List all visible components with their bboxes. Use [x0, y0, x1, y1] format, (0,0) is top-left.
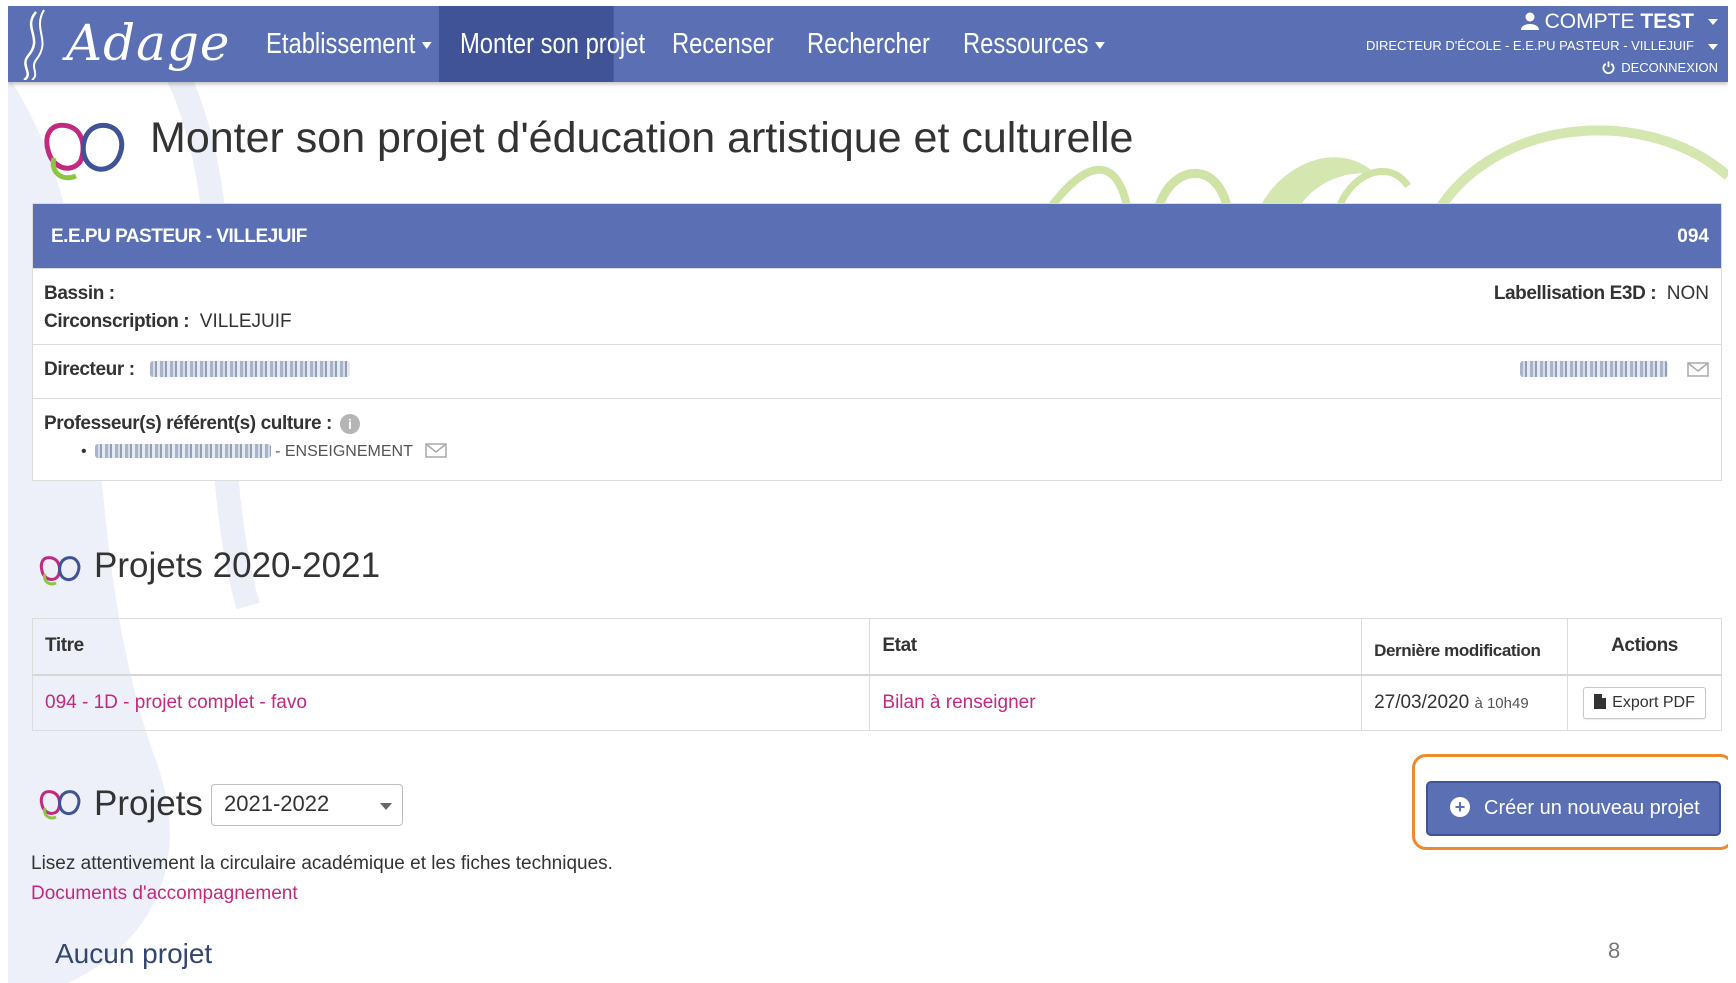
establishment-code: 094	[1677, 226, 1709, 247]
section-logo-icon	[39, 790, 81, 820]
labellisation-value: NON	[1666, 283, 1709, 304]
caret-down-icon	[1708, 19, 1718, 26]
column-header-actions: Actions	[1567, 618, 1722, 676]
nav-monter-son-projet[interactable]: Monter son projet	[460, 6, 645, 82]
caret-down-icon	[1095, 41, 1105, 49]
establishment-panel: E.E.PU PASTEUR - VILLEJUIF 094 Bassin : …	[32, 203, 1722, 481]
circonscription-label: Circonscription :	[44, 311, 190, 332]
documents-link[interactable]: Documents d'accompagnement	[31, 883, 298, 905]
establishment-name: E.E.PU PASTEUR - VILLEJUIF	[51, 226, 307, 247]
professeur-row: Professeur(s) référent(s) culture : i • -…	[33, 398, 1721, 480]
project-title-link[interactable]: 094 - 1D - projet complet - favo	[45, 692, 307, 713]
account-menu: COMPTE TEST DIRECTEUR D'ÉCOLE - E.E.PU P…	[1366, 10, 1718, 75]
logo-text: Adage	[66, 14, 231, 72]
account-toggle[interactable]: COMPTE TEST	[1366, 10, 1718, 36]
project-state-link[interactable]: Bilan à renseigner	[882, 692, 1035, 713]
column-header-etat[interactable]: Etat	[869, 618, 1363, 676]
redacted-name	[94, 444, 271, 458]
nav-rechercher-label: Rechercher	[807, 28, 930, 60]
column-header-titre[interactable]: Titre	[31, 618, 871, 676]
table-row: 094 - 1D - projet complet - favo Bilan à…	[31, 674, 1722, 731]
logout-link[interactable]: DECONNEXION	[1366, 60, 1718, 75]
section-title-current: Projets 2020-2021	[94, 546, 381, 585]
account-prefix: COMPTE	[1544, 10, 1635, 33]
section-logo-icon	[39, 556, 81, 586]
logout-label: DECONNEXION	[1621, 60, 1718, 75]
export-pdf-button[interactable]: Export PDF	[1583, 686, 1706, 719]
project-logo-icon	[44, 122, 125, 181]
mail-icon[interactable]	[425, 443, 447, 458]
establishment-header: E.E.PU PASTEUR - VILLEJUIF 094	[33, 204, 1721, 268]
adage-logo[interactable]: Adage	[14, 8, 230, 80]
account-name: TEST	[1640, 10, 1694, 33]
nav-etablissement[interactable]: Etablissement	[266, 6, 432, 82]
empty-state-text: Aucun projet	[55, 938, 213, 969]
column-header-derniere-modification[interactable]: Dernière modification	[1361, 618, 1569, 676]
create-project-label: Créer un nouveau projet	[1484, 797, 1700, 819]
table-header-row: Titre Etat Dernière modification Actions	[31, 618, 1722, 676]
professeur-label: Professeur(s) référent(s) culture :	[44, 413, 332, 434]
caret-down-icon	[1708, 43, 1718, 50]
page: Adage Etablissement Monter son projet Re…	[8, 6, 1728, 983]
power-icon	[1602, 61, 1615, 74]
account-role-toggle[interactable]: DIRECTEUR D'ÉCOLE - E.E.PU PASTEUR - VIL…	[1366, 38, 1718, 58]
top-navbar: Adage Etablissement Monter son projet Re…	[8, 6, 1728, 82]
establishment-info-row: Bassin : Circonscription : VILLEJUIF Lab…	[33, 268, 1721, 344]
nav-etablissement-label: Etablissement	[266, 28, 416, 60]
export-pdf-label: Export PDF	[1612, 693, 1695, 711]
professeur-role: - ENSEIGNEMENT	[275, 443, 413, 460]
user-icon	[1520, 12, 1539, 30]
caret-down-icon	[421, 41, 432, 49]
info-icon[interactable]: i	[339, 414, 360, 434]
chevron-down-icon	[380, 803, 392, 810]
section-title-next: Projets	[94, 784, 203, 823]
redacted-name	[149, 361, 350, 377]
projects-table: Titre Etat Dernière modification Actions…	[31, 618, 1722, 731]
account-role: DIRECTEUR D'ÉCOLE - E.E.PU PASTEUR - VIL…	[1365, 38, 1694, 53]
bassin-label: Bassin :	[44, 283, 115, 304]
redacted-phone	[1519, 361, 1668, 377]
professeur-list-item: • - ENSEIGNEMENT	[81, 443, 447, 461]
nav-monter-label: Monter son projet	[460, 28, 646, 60]
labellisation-label: Labellisation E3D :	[1493, 283, 1657, 304]
year-select-value: 2021-2022	[224, 791, 330, 816]
project-date: 27/03/2020	[1374, 691, 1470, 713]
year-select[interactable]: 2021-2022	[211, 784, 403, 826]
circonscription-value: VILLEJUIF	[199, 311, 292, 332]
directeur-row: Directeur :	[33, 344, 1721, 398]
project-time: à 10h49	[1474, 694, 1529, 712]
nav-ressources[interactable]: Ressources	[963, 6, 1105, 82]
page-number: 8	[1608, 938, 1621, 963]
logo-mark-icon	[23, 9, 45, 80]
plus-circle-icon: +	[1450, 797, 1470, 817]
instructions-text: Lisez attentivement la circulaire académ…	[31, 853, 613, 874]
create-project-button[interactable]: + Créer un nouveau projet	[1426, 781, 1721, 836]
leaf-decoration	[1048, 125, 1728, 211]
document-icon	[1594, 693, 1607, 709]
nav-rechercher[interactable]: Rechercher	[807, 6, 930, 82]
page-title: Monter son projet d'éducation artistique…	[150, 114, 1134, 162]
nav-ressources-label: Ressources	[963, 28, 1089, 60]
bullet-icon: •	[81, 443, 87, 460]
nav-recenser[interactable]: Recenser	[672, 6, 774, 82]
mail-icon[interactable]	[1687, 362, 1709, 377]
nav-recenser-label: Recenser	[672, 28, 774, 60]
directeur-label: Directeur :	[44, 359, 135, 380]
